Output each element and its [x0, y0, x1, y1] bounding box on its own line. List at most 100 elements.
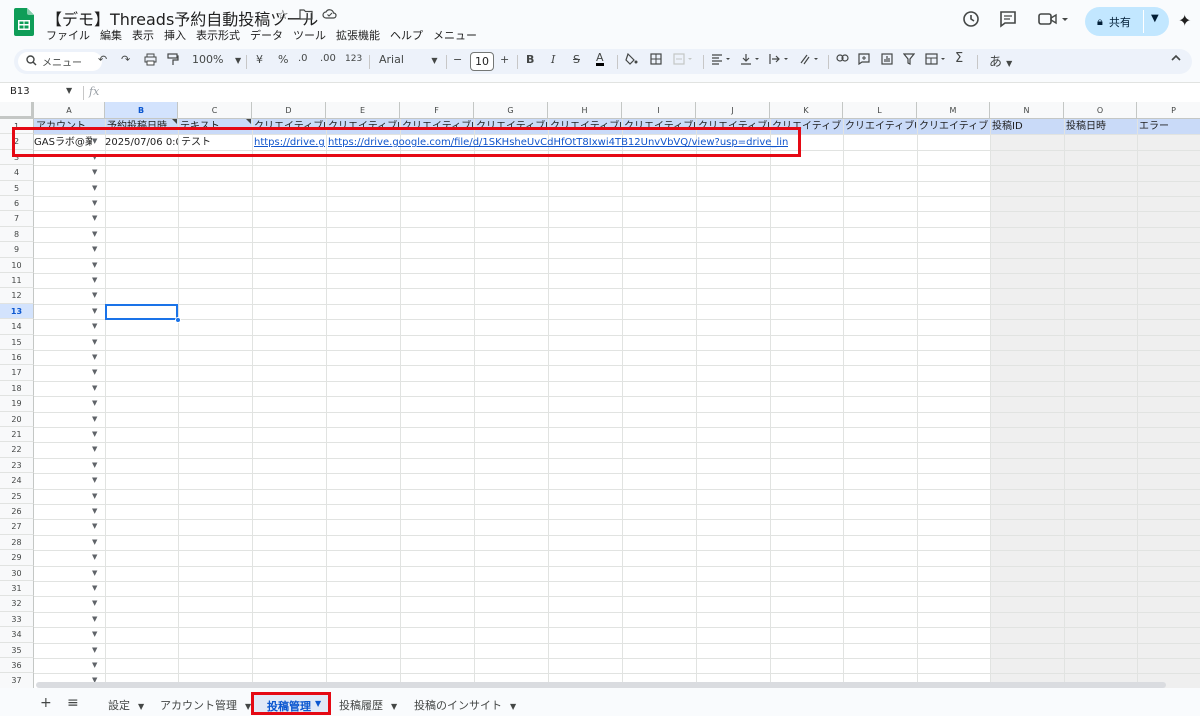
dropdown-chip-icon[interactable]: ▼: [92, 181, 97, 196]
dropdown-chip-icon[interactable]: ▼: [92, 473, 97, 488]
dropdown-chip-icon[interactable]: ▼: [92, 504, 97, 519]
dropdown-chip-icon[interactable]: ▼: [92, 227, 97, 242]
dropdown-chip-icon[interactable]: ▼: [92, 350, 97, 365]
row-header-32[interactable]: 32: [0, 596, 34, 612]
column-header-o[interactable]: O: [1064, 102, 1137, 119]
row-header-37[interactable]: 37: [0, 673, 34, 688]
borders-icon[interactable]: [650, 53, 662, 68]
menu-help[interactable]: ヘルプ: [390, 27, 423, 43]
dropdown-chip-icon[interactable]: ▼: [92, 258, 97, 273]
merge-cells-icon[interactable]: [673, 53, 695, 68]
share-button[interactable]: 🔒︎ 共有 ▼: [1085, 7, 1169, 36]
dropdown-chip-icon[interactable]: ▼: [92, 288, 97, 303]
dropdown-chip-icon[interactable]: ▼: [92, 396, 97, 411]
row-header-29[interactable]: 29: [0, 550, 34, 566]
column-header-b[interactable]: B: [105, 102, 178, 119]
name-box[interactable]: B13: [10, 86, 30, 97]
row-header-21[interactable]: 21: [0, 427, 34, 443]
column-header-l[interactable]: L: [843, 102, 917, 119]
row-header-12[interactable]: 12: [0, 288, 34, 304]
font-size-input[interactable]: 10: [470, 52, 494, 71]
row-header-30[interactable]: 30: [0, 565, 34, 581]
row-header-9[interactable]: 9: [0, 242, 34, 258]
row-header-25[interactable]: 25: [0, 488, 34, 504]
fill-color-icon[interactable]: [625, 52, 638, 69]
sheet-tab-post-insights[interactable]: 投稿のインサイト ▼: [414, 697, 516, 713]
row-header-28[interactable]: 28: [0, 534, 34, 551]
vertical-align-icon[interactable]: [740, 53, 762, 68]
header-cell-p[interactable]: エラー: [1139, 119, 1200, 134]
header-cell-l[interactable]: クリエイティブURL: [845, 119, 916, 134]
column-header-g[interactable]: G: [474, 102, 548, 119]
menu-file[interactable]: ファイル: [46, 27, 90, 43]
menu-insert[interactable]: 挿入: [164, 27, 186, 43]
fill-handle[interactable]: [175, 317, 181, 323]
column-header-i[interactable]: I: [622, 102, 696, 119]
row-header-13[interactable]: 13: [0, 303, 34, 320]
dropdown-chip-icon[interactable]: ▼: [92, 165, 97, 180]
decrease-decimal-button[interactable]: .0: [298, 53, 308, 64]
row-header-22[interactable]: 22: [0, 442, 34, 458]
dropdown-chip-icon[interactable]: ▼: [92, 319, 97, 334]
bold-button[interactable]: B: [526, 53, 534, 66]
move-folder-icon[interactable]: [299, 8, 313, 24]
undo-icon[interactable]: ↶: [98, 53, 107, 66]
insert-chart-icon[interactable]: [881, 53, 893, 68]
header-cell-m[interactable]: クリエイティブURL: [919, 119, 989, 134]
row-header-26[interactable]: 26: [0, 504, 34, 520]
add-sheet-button[interactable]: +: [40, 695, 52, 711]
dropdown-chip-icon[interactable]: ▼: [92, 643, 97, 658]
dropdown-chip-icon[interactable]: ▼: [92, 273, 97, 288]
dropdown-chip-icon[interactable]: ▼: [92, 612, 97, 627]
row-header-33[interactable]: 33: [0, 611, 34, 628]
row-header-8[interactable]: 8: [0, 226, 34, 243]
row-header-16[interactable]: 16: [0, 350, 34, 366]
row-header-6[interactable]: 6: [0, 196, 34, 212]
dropdown-chip-icon[interactable]: ▼: [92, 581, 97, 596]
dropdown-chip-icon[interactable]: ▼: [92, 242, 97, 257]
column-header-p[interactable]: P: [1137, 102, 1200, 119]
dropdown-chip-icon[interactable]: ▼: [92, 489, 97, 504]
column-header-h[interactable]: H: [548, 102, 622, 119]
row-header-34[interactable]: 34: [0, 627, 34, 643]
increase-decimal-button[interactable]: .00: [320, 53, 336, 64]
dropdown-chip-icon[interactable]: ▼: [92, 211, 97, 226]
share-options-caret-icon[interactable]: ▼: [1151, 13, 1159, 24]
column-header-d[interactable]: D: [252, 102, 326, 119]
dropdown-chip-icon[interactable]: ▼: [92, 335, 97, 350]
column-header-n[interactable]: N: [990, 102, 1064, 119]
sheet-tab-post-management[interactable]: 投稿管理 ▼: [251, 692, 331, 715]
font-size-decrease-button[interactable]: −: [453, 53, 462, 66]
menu-search-input[interactable]: メニュー: [18, 52, 102, 71]
paint-format-icon[interactable]: [167, 53, 179, 69]
row-header-35[interactable]: 35: [0, 642, 34, 658]
menu-extensions[interactable]: 拡張機能: [336, 27, 380, 43]
row-header-24[interactable]: 24: [0, 473, 34, 489]
dropdown-chip-icon[interactable]: ▼: [92, 519, 97, 534]
dropdown-chip-icon[interactable]: ▼: [92, 196, 97, 211]
menu-data[interactable]: データ: [250, 27, 283, 43]
row-header-11[interactable]: 11: [0, 273, 34, 289]
menu-format[interactable]: 表示形式: [196, 27, 240, 43]
history-icon[interactable]: [962, 10, 980, 32]
dropdown-chip-icon[interactable]: ▼: [92, 566, 97, 581]
horizontal-align-icon[interactable]: [711, 53, 733, 68]
column-header-e[interactable]: E: [326, 102, 400, 119]
comments-icon[interactable]: [999, 10, 1017, 32]
functions-icon[interactable]: Σ: [955, 51, 963, 66]
collapse-toolbar-icon[interactable]: [1170, 53, 1182, 66]
column-header-m[interactable]: M: [917, 102, 990, 119]
strikethrough-button[interactable]: S: [573, 53, 580, 66]
dropdown-chip-icon[interactable]: ▼: [92, 442, 97, 457]
dropdown-chip-icon[interactable]: ▼: [92, 427, 97, 442]
dropdown-chip-icon[interactable]: ▼: [92, 658, 97, 673]
number-format-button[interactable]: 123: [345, 54, 362, 64]
star-icon[interactable]: ☆: [277, 8, 289, 23]
column-header-f[interactable]: F: [400, 102, 474, 119]
insert-comment-icon[interactable]: [858, 53, 870, 68]
filter-icon[interactable]: [902, 53, 916, 68]
column-header-k[interactable]: K: [770, 102, 843, 119]
dropdown-chip-icon[interactable]: ▼: [92, 535, 97, 550]
all-sheets-menu-icon[interactable]: ≡: [67, 695, 79, 711]
row-header-14[interactable]: 14: [0, 319, 34, 335]
